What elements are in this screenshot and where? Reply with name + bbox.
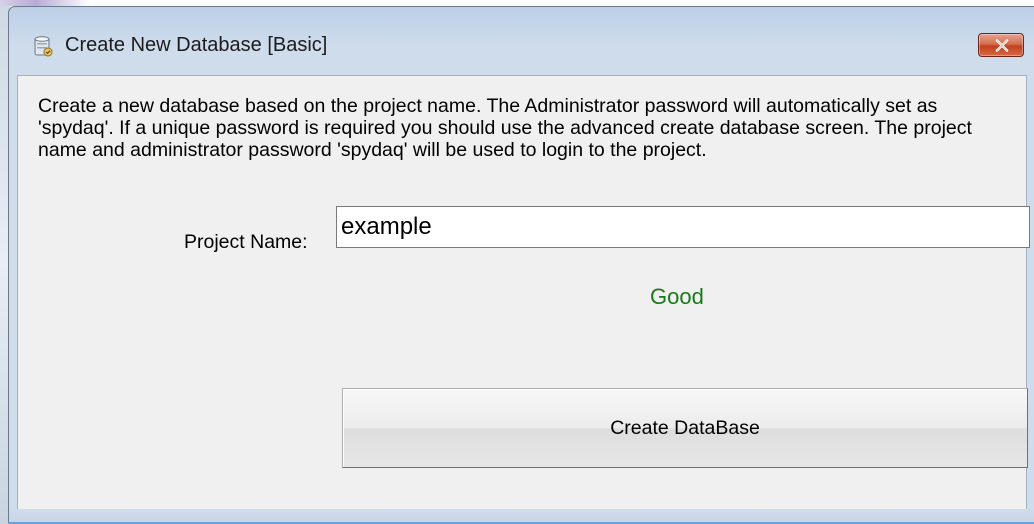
database-icon bbox=[33, 35, 53, 57]
dialog-body: Create a new database based on the proje… bbox=[17, 75, 1030, 511]
create-database-button[interactable]: Create DataBase bbox=[342, 388, 1028, 468]
close-icon bbox=[995, 39, 1009, 52]
project-name-label: Project Name: bbox=[184, 231, 308, 253]
window-frame-bottom bbox=[9, 509, 1034, 523]
validation-status: Good bbox=[650, 284, 704, 309]
project-name-input[interactable] bbox=[336, 206, 1030, 248]
window-title: Create New Database [Basic] bbox=[65, 34, 328, 56]
title-bar[interactable]: Create New Database [Basic] bbox=[9, 7, 1034, 75]
create-database-dialog: Create New Database [Basic] Create a new… bbox=[8, 6, 1034, 524]
close-button[interactable] bbox=[978, 33, 1024, 57]
instructions-text: Create a new database based on the proje… bbox=[38, 95, 972, 161]
